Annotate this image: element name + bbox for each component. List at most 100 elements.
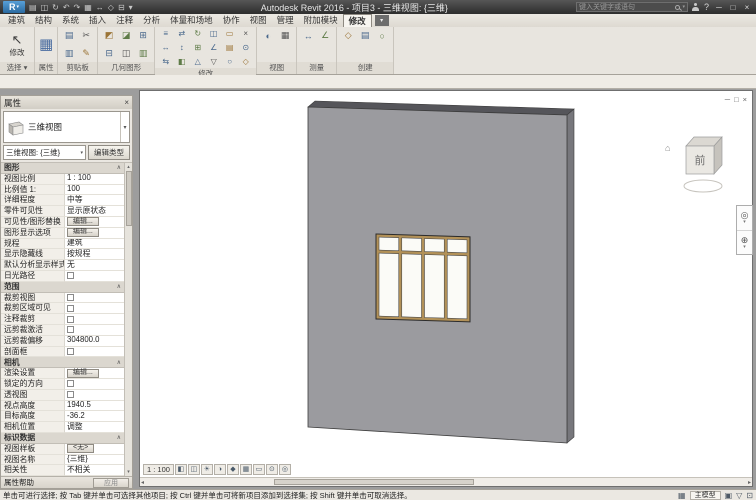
panel-label-measure[interactable]: 测量: [297, 62, 336, 74]
zoom-button[interactable]: ⊕ ▾: [737, 231, 752, 255]
tab-analyze[interactable]: 分析: [138, 14, 165, 27]
measure-angle-icon[interactable]: ∠: [318, 30, 332, 41]
checkbox[interactable]: [67, 272, 74, 279]
measure-icon[interactable]: ↔: [96, 3, 104, 12]
hide-elements-icon[interactable]: ◐: [261, 31, 275, 41]
property-value[interactable]: {三维}: [65, 455, 124, 466]
unpin-icon[interactable]: △: [191, 57, 204, 66]
view-minimize-icon[interactable]: ─: [725, 95, 730, 104]
property-value[interactable]: 无: [65, 260, 124, 271]
mirror-icon[interactable]: ⇄: [175, 29, 188, 38]
pin-icon[interactable]: ⊙: [239, 43, 252, 52]
properties-icon[interactable]: ▦: [39, 37, 53, 53]
chevron-down-icon[interactable]: ▾: [743, 220, 746, 224]
property-value[interactable]: 中等: [65, 195, 124, 206]
chevron-down-icon[interactable]: ▾: [743, 245, 746, 249]
open-icon[interactable]: ▤: [29, 3, 37, 12]
sun-path-icon[interactable]: ☀: [201, 464, 213, 475]
redo-icon[interactable]: ↷: [74, 3, 81, 12]
scroll-left-icon[interactable]: ◂: [141, 479, 144, 486]
panel-label-properties[interactable]: 属性: [35, 62, 57, 74]
view-template-button[interactable]: <无>: [67, 444, 94, 453]
override-graphics-icon[interactable]: ▦: [278, 30, 292, 41]
scrollbar-thumb[interactable]: [126, 171, 132, 226]
align-icon[interactable]: ≡: [159, 29, 172, 38]
design-options-icon[interactable]: ▣: [725, 491, 733, 500]
checkbox[interactable]: [67, 380, 74, 387]
paint-icon[interactable]: ▥: [136, 48, 150, 59]
property-value[interactable]: 1 : 100: [65, 174, 124, 185]
checkbox[interactable]: [67, 305, 74, 312]
split-icon[interactable]: ▤: [223, 43, 236, 52]
detail-level-icon[interactable]: ◧: [175, 464, 187, 475]
steering-wheel-button[interactable]: ◎ ▾: [737, 206, 752, 231]
shadows-icon[interactable]: ◑: [214, 464, 226, 475]
create-group-icon[interactable]: ◇: [341, 30, 355, 41]
viewcube-home-icon[interactable]: ⌂: [665, 143, 670, 153]
window-element[interactable]: [376, 234, 470, 322]
copy-icon[interactable]: ▥: [62, 48, 76, 59]
collapse-icon[interactable]: ∧: [117, 283, 121, 290]
viewcube-compass-ring[interactable]: [684, 180, 722, 192]
select-toggle-icon[interactable]: ⊡: [746, 491, 753, 500]
edit-button[interactable]: 编辑...: [67, 369, 99, 378]
tab-architecture[interactable]: 建筑: [3, 14, 30, 27]
show-crop-icon[interactable]: ▭: [253, 464, 265, 475]
paste-icon[interactable]: ▤: [62, 30, 76, 41]
close-icon[interactable]: ×: [124, 98, 129, 107]
scroll-right-icon[interactable]: ▸: [748, 479, 751, 486]
visual-style-icon[interactable]: ◫: [188, 464, 200, 475]
window-pane[interactable]: [379, 237, 399, 251]
panel-label-view[interactable]: 视图: [257, 62, 296, 74]
view-instance-combo[interactable]: 三维视图: {三维} ▾: [3, 145, 86, 160]
drawing-area[interactable]: ─ □ × ⌂ 前 ◎ ▾ ⊕ ▾ 1 : 100 ◧ ◫ ☀: [139, 90, 753, 487]
section-extents[interactable]: 范围∧: [1, 282, 124, 293]
copy-tool-icon[interactable]: ◫: [207, 29, 220, 38]
tab-systems[interactable]: 系统: [57, 14, 84, 27]
properties-help-link[interactable]: 属性帮助: [4, 477, 34, 488]
minimize-button[interactable]: ─: [713, 3, 725, 12]
worksets-icon[interactable]: ▦: [678, 491, 686, 500]
property-value[interactable]: 建筑: [65, 239, 124, 250]
section-graphics[interactable]: 图形∧: [1, 163, 124, 174]
app-menu-button[interactable]: R▾: [3, 1, 25, 13]
checkbox[interactable]: [67, 348, 74, 355]
search-icon[interactable]: [675, 5, 680, 10]
panel-label-create[interactable]: 创建: [337, 62, 393, 74]
delete-icon[interactable]: ×: [239, 29, 252, 38]
apply-button[interactable]: 应用: [93, 478, 129, 488]
window-pane[interactable]: [425, 255, 445, 319]
property-value[interactable]: 不相关: [65, 465, 124, 476]
create-similar-icon[interactable]: ▤: [358, 30, 372, 41]
tab-addins[interactable]: 附加模块: [299, 14, 343, 27]
property-value[interactable]: 1940.5: [65, 401, 124, 412]
property-value[interactable]: 调整: [65, 422, 124, 433]
collapse-icon[interactable]: ∧: [117, 434, 121, 441]
window-pane[interactable]: [379, 253, 399, 317]
qat-customize-icon[interactable]: ▾: [129, 3, 133, 12]
trim-icon[interactable]: ∠: [207, 43, 220, 52]
restore-button[interactable]: □: [727, 3, 739, 12]
property-value[interactable]: -36.2: [65, 411, 124, 422]
property-value[interactable]: 100: [65, 185, 124, 196]
sync-icon[interactable]: ↻: [52, 3, 59, 12]
cut-geometry-icon[interactable]: ◩: [102, 30, 116, 41]
edit-profile-icon[interactable]: ◇: [239, 57, 252, 66]
undo-icon[interactable]: ↶: [63, 3, 70, 12]
close-button[interactable]: ×: [741, 3, 753, 12]
scale-control[interactable]: 1 : 100: [143, 464, 174, 475]
window-pane[interactable]: [402, 238, 422, 252]
array-icon[interactable]: ⊞: [191, 43, 204, 52]
unjoin-icon[interactable]: ◫: [119, 48, 133, 59]
section-icon[interactable]: ⊟: [118, 3, 125, 12]
match-type-icon[interactable]: ✎: [79, 48, 93, 59]
checkbox[interactable]: [67, 326, 74, 333]
crop-view-icon[interactable]: ▦: [240, 464, 252, 475]
horizontal-scrollbar[interactable]: ◂ ▸: [140, 477, 752, 486]
checkbox[interactable]: [67, 316, 74, 323]
tab-view[interactable]: 视图: [245, 14, 272, 27]
offset-icon[interactable]: ▭: [223, 29, 236, 38]
search-input[interactable]: 键入关键字或语句 ▾: [576, 2, 688, 12]
tab-collaborate[interactable]: 协作: [218, 14, 245, 27]
swap-icon[interactable]: ⇆: [159, 57, 172, 66]
